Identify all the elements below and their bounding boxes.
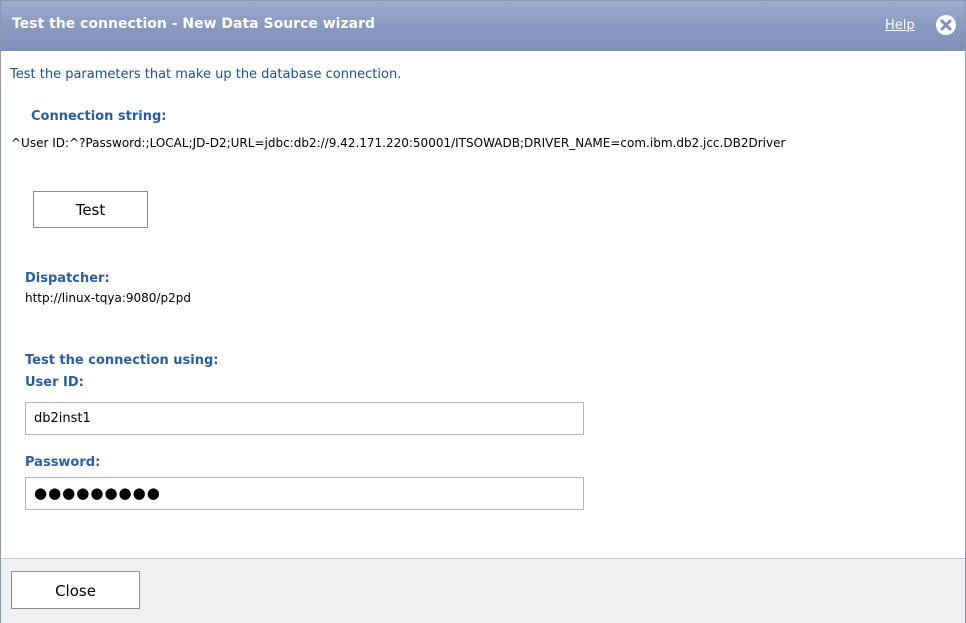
password-field[interactable]: ●●●●●●●●● [25,477,584,510]
close-circle-icon[interactable] [936,15,956,35]
password-label: Password: [25,455,101,470]
test-using-label: Test the connection using: [25,353,219,368]
window-title: Test the connection - New Data Source wi… [12,16,375,32]
user-id-field[interactable]: db2inst1 [25,402,584,435]
title-bar: Test the connection - New Data Source wi… [1,1,965,51]
dispatcher-label: Dispatcher: [25,271,110,286]
wizard-dialog: Test the connection - New Data Source wi… [0,0,966,623]
help-link[interactable]: Help [885,18,915,33]
dispatcher-value: http://linux-tqya:9080/p2pd [25,291,191,305]
connection-string-label: Connection string: [31,109,167,124]
close-button[interactable]: Close [11,571,140,609]
user-id-label: User ID: [25,375,84,390]
test-button[interactable]: Test [33,191,148,228]
connection-string-value: ^User ID:^?Password:;LOCAL;JD-D2;URL=jdb… [11,136,786,150]
dialog-footer: Close [1,558,965,623]
intro-text: Test the parameters that make up the dat… [10,67,402,82]
